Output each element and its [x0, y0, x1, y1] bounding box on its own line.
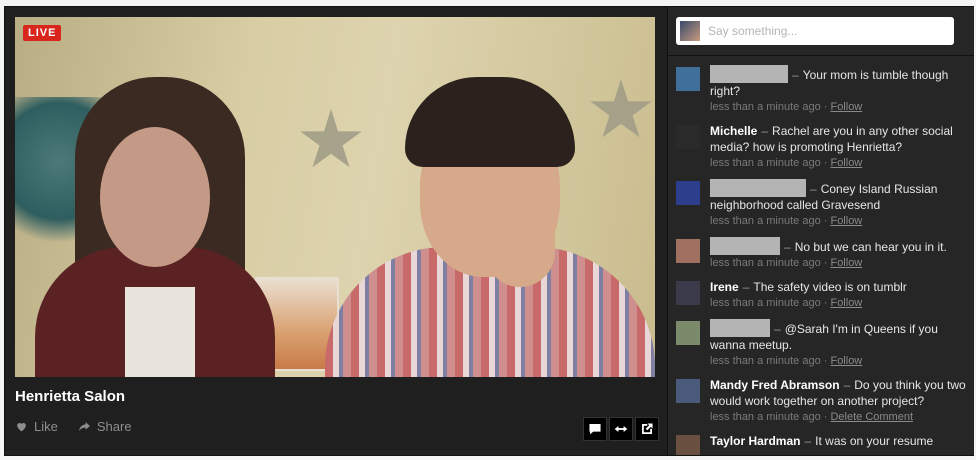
comment-text: – No but we can hear you in it.	[710, 237, 966, 255]
dash-separator: –	[810, 182, 817, 196]
dash-separator: –	[742, 280, 750, 294]
horizontal-arrows-icon	[614, 426, 628, 432]
redacted-name	[710, 319, 770, 337]
external-link-icon	[642, 423, 653, 434]
dot-separator: ·	[820, 411, 831, 423]
comment-input[interactable]	[706, 23, 940, 39]
comment-text: Mandy Fred Abramson – Do you think you two…	[710, 377, 966, 409]
live-badge: LIVE	[23, 25, 62, 41]
comment-item: – Coney Island Russian neighborhood calle…	[676, 179, 966, 227]
timestamp: less than a minute ago	[710, 411, 821, 423]
dot-separator: ·	[820, 257, 831, 269]
comment-item: Mandy Fred Abramson – Do you think you two…	[676, 377, 966, 423]
commenter-name[interactable]: Michelle	[710, 124, 757, 138]
video-player[interactable]: LIVE	[15, 17, 655, 377]
live-stream-widget: LIVE Henrietta Salon Like Share –Your mo…	[4, 6, 974, 456]
comment-item: Taylor Hardman – It was on your resume	[676, 433, 966, 455]
comment-message: The safety video is on tumblr	[753, 280, 907, 294]
comment-text: Michelle – Rachel are you in any other soc…	[710, 123, 966, 155]
stream-title: Henrietta Salon	[15, 388, 126, 405]
comment-meta: less than a minute ago · Delete Comment	[710, 411, 966, 423]
redacted-name	[710, 65, 788, 83]
chat-sidebar: –Your mom is tumble though right? less th…	[667, 7, 974, 455]
commenter-avatar[interactable]	[676, 379, 700, 403]
dot-separator: ·	[820, 297, 831, 309]
comment-message: It was on your resume	[815, 434, 934, 448]
timestamp: less than a minute ago	[710, 215, 821, 227]
comment-item: – Your mom is tumble though right? less th…	[676, 65, 966, 113]
comment-item: – No but we can hear you in it. less than …	[676, 237, 966, 269]
comment-text: Taylor Hardman – It was on your resume	[710, 433, 966, 449]
commenter-name[interactable]: Taylor Hardman	[710, 434, 800, 448]
follow-link[interactable]: Follow	[830, 257, 862, 269]
divider	[668, 55, 974, 56]
speech-bubble-icon	[589, 424, 601, 435]
comment-text: – Coney Island Russian neighborhood calle…	[710, 179, 966, 213]
comment-feed: – Your mom is tumble though right? less th…	[676, 65, 966, 455]
heart-icon	[17, 422, 26, 432]
commenter-avatar[interactable]	[676, 239, 700, 263]
dot-separator: ·	[820, 157, 831, 169]
user-avatar	[680, 21, 700, 41]
dot-separator: ·	[820, 355, 831, 367]
person-left-shirt	[125, 287, 195, 377]
comment-meta: less than a minute ago · Follow	[710, 157, 966, 169]
comment-text: – Your mom is tumble though right?	[710, 65, 966, 99]
comment-text: Irene – The safety video is on tumblr	[710, 279, 966, 295]
comment-text: – @Sarah I'm in Queens if you wanna meetu…	[710, 319, 966, 353]
commenter-avatar[interactable]	[676, 281, 700, 305]
comment-meta: less than a minute ago · Follow	[710, 215, 966, 227]
popout-button[interactable]	[635, 417, 659, 441]
follow-link[interactable]: Follow	[830, 215, 862, 227]
share-button[interactable]: Share	[78, 419, 132, 434]
expand-width-button[interactable]	[609, 417, 633, 441]
commenter-avatar[interactable]	[676, 435, 700, 455]
timestamp: less than a minute ago	[710, 355, 821, 367]
commenter-avatar[interactable]	[676, 67, 700, 91]
dash-separator: –	[843, 378, 851, 392]
like-label: Like	[34, 419, 58, 434]
commenter-avatar[interactable]	[676, 125, 700, 149]
person-right-hand	[485, 187, 555, 287]
comment-meta: less than a minute ago · Follow	[710, 101, 966, 113]
dash-separator: –	[804, 434, 812, 448]
delete-comment-link[interactable]: Delete Comment	[830, 411, 913, 423]
follow-link[interactable]: Follow	[830, 297, 862, 309]
commenter-avatar[interactable]	[676, 181, 700, 205]
like-button[interactable]: Like	[15, 419, 58, 434]
follow-link[interactable]: Follow	[830, 157, 862, 169]
comment-item: Irene – The safety video is on tumblr less …	[676, 279, 966, 309]
dash-separator: –	[774, 322, 781, 336]
comment-message: No but we can hear you in it.	[794, 240, 947, 254]
share-arrow-icon	[78, 422, 90, 431]
follow-link[interactable]: Follow	[830, 101, 862, 113]
dash-separator: –	[784, 240, 791, 254]
comment-box[interactable]	[676, 17, 954, 45]
comment-meta: less than a minute ago · Follow	[710, 257, 966, 269]
timestamp: less than a minute ago	[710, 297, 821, 309]
comment-meta: less than a minute ago · Follow	[710, 355, 966, 367]
person-left-face	[100, 127, 210, 267]
comment-item: – @Sarah I'm in Queens if you wanna meetu…	[676, 319, 966, 367]
comment-item: Michelle – Rachel are you in any other soc…	[676, 123, 966, 169]
commenter-avatar[interactable]	[676, 321, 700, 345]
redacted-name	[710, 237, 780, 255]
comment-meta: less than a minute ago · Follow	[710, 297, 966, 309]
commenter-name[interactable]: Mandy Fred Abramson	[710, 378, 840, 392]
chat-toggle-button[interactable]	[583, 417, 607, 441]
commenter-name[interactable]: Irene	[710, 280, 739, 294]
timestamp: less than a minute ago	[710, 101, 821, 113]
timestamp: less than a minute ago	[710, 257, 821, 269]
dot-separator: ·	[820, 101, 831, 113]
dot-separator: ·	[820, 215, 831, 227]
dash-separator: –	[792, 68, 799, 82]
redacted-name	[710, 179, 806, 197]
follow-link[interactable]: Follow	[830, 355, 862, 367]
timestamp: less than a minute ago	[710, 157, 821, 169]
player-toolbar	[581, 417, 659, 441]
dash-separator: –	[761, 124, 769, 138]
stream-actions: Like Share	[15, 419, 132, 434]
share-label: Share	[96, 419, 132, 434]
